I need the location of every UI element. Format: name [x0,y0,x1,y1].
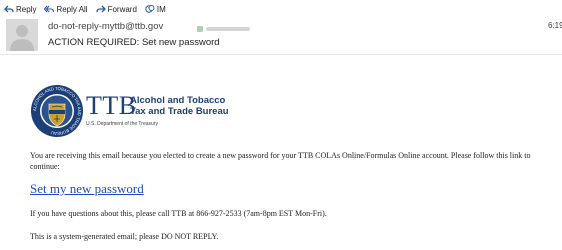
header-divider [0,54,562,55]
person-silhouette-icon [10,25,34,51]
department-name: U.S. Department of the Treasury [86,121,158,127]
im-label: IM [156,4,166,14]
instructions-paragraph: You are receiving this email because you… [30,151,531,171]
chat-icon [145,4,155,14]
im-button[interactable]: IM [145,4,166,14]
sender-address[interactable]: do-not-reply-myttb@ttb.gov [48,21,163,32]
ttb-seal-icon: ALCOHOL AND TOBACCO TAX AND TRADE BUREAU [31,85,83,137]
no-reply-paragraph: This is a system-generated email; please… [30,232,219,241]
bureau-name-line2: Tax and Trade Bureau [130,106,229,117]
message-header: do-not-reply-myttb@ttb.gov 6:19 ACTION R… [0,18,562,51]
avatar [6,19,38,51]
bureau-name-line1: Alcohol and Tobacco [130,95,226,106]
reply-all-label: Reply All [56,4,88,14]
reply-all-button[interactable]: Reply All [44,4,88,14]
ttb-logo: ALCOHOL AND TOBACCO TAX AND TRADE BUREAU… [30,84,550,146]
reply-button[interactable]: Reply [4,4,36,14]
recipient-redacted [197,21,252,32]
reply-all-icon [44,4,55,14]
message-body: ALCOHOL AND TOBACCO TAX AND TRADE BUREAU… [30,84,550,241]
set-new-password-link[interactable]: Set my new password [30,181,144,197]
forward-icon [95,4,106,14]
reply-label: Reply [16,4,37,14]
forward-button[interactable]: Forward [95,4,137,14]
bureau-name: Alcohol and Tobacco Tax and Trade Bureau [130,95,229,117]
email-subject: ACTION REQUIRED: Set new password [48,37,220,48]
reply-icon [4,4,14,14]
message-toolbar: Reply Reply All Forward IM [0,0,562,18]
forward-label: Forward [107,4,137,14]
received-time: 6:19 [548,21,562,30]
contact-paragraph: If you have questions about this, please… [30,209,327,218]
